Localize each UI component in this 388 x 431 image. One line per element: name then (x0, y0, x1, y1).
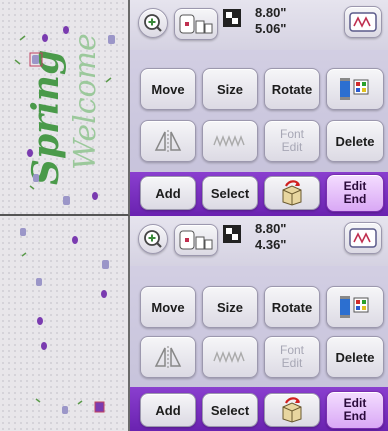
embroidery-frame-icon[interactable] (344, 6, 382, 38)
design-height: 4.36" (255, 237, 287, 252)
pattern-size-icon (223, 225, 241, 243)
design-width: 8.80" (255, 5, 287, 20)
font-edit-label: Font Edit (279, 127, 304, 154)
design-preview[interactable]: Welcome Spring (0, 0, 130, 216)
add-button[interactable]: Add (140, 393, 196, 427)
font-edit-label: Font Edit (279, 343, 304, 370)
edit-end-button[interactable]: Edit End (326, 391, 384, 429)
move-button[interactable]: Move (140, 286, 196, 328)
rotate-button[interactable]: Rotate (264, 286, 320, 328)
mirror-icon[interactable] (140, 336, 196, 378)
undo-rotate-icon[interactable] (264, 176, 320, 210)
density-icon[interactable] (202, 120, 258, 162)
pattern-size-icon (223, 9, 241, 27)
hoop-size-icon[interactable] (174, 224, 218, 256)
thread-color-icon[interactable] (326, 286, 384, 328)
hoop-size-icon[interactable] (174, 8, 218, 40)
zoom-in-icon[interactable] (138, 8, 168, 38)
design-width: 8.80" (255, 221, 287, 236)
embroidery-frame-icon[interactable] (344, 222, 382, 254)
embroidery-edit-panel-2: 8.80" 4.36" Move Size Rotate Font Edit D… (0, 216, 388, 431)
zoom-in-icon[interactable] (138, 224, 168, 254)
move-button[interactable]: Move (140, 68, 196, 110)
svg-text:Spring: Spring (25, 50, 67, 185)
undo-rotate-icon[interactable] (264, 393, 320, 427)
select-button[interactable]: Select (202, 393, 258, 427)
font-edit-button[interactable]: Font Edit (264, 120, 320, 162)
select-button[interactable]: Select (202, 176, 258, 210)
design-preview[interactable] (0, 216, 130, 431)
embroidery-edit-panel-1: Welcome Spring 8.80" 5.06" Move Size Rot… (0, 0, 388, 216)
edit-end-label: Edit End (343, 396, 367, 423)
size-button[interactable]: Size (202, 68, 258, 110)
delete-button[interactable]: Delete (326, 120, 384, 162)
font-edit-button[interactable]: Font Edit (264, 336, 320, 378)
thread-color-icon[interactable] (326, 68, 384, 110)
edit-controls: 8.80" 4.36" Move Size Rotate Font Edit D… (130, 216, 388, 431)
density-icon[interactable] (202, 336, 258, 378)
rotate-button[interactable]: Rotate (264, 68, 320, 110)
size-button[interactable]: Size (202, 286, 258, 328)
add-button[interactable]: Add (140, 176, 196, 210)
delete-button[interactable]: Delete (326, 336, 384, 378)
design-height: 5.06" (255, 21, 287, 36)
edit-end-label: Edit End (343, 179, 367, 206)
edit-controls: 8.80" 5.06" Move Size Rotate Font Edit D… (130, 0, 388, 216)
svg-text:Welcome: Welcome (68, 33, 103, 170)
edit-end-button[interactable]: Edit End (326, 174, 384, 212)
mirror-icon[interactable] (140, 120, 196, 162)
